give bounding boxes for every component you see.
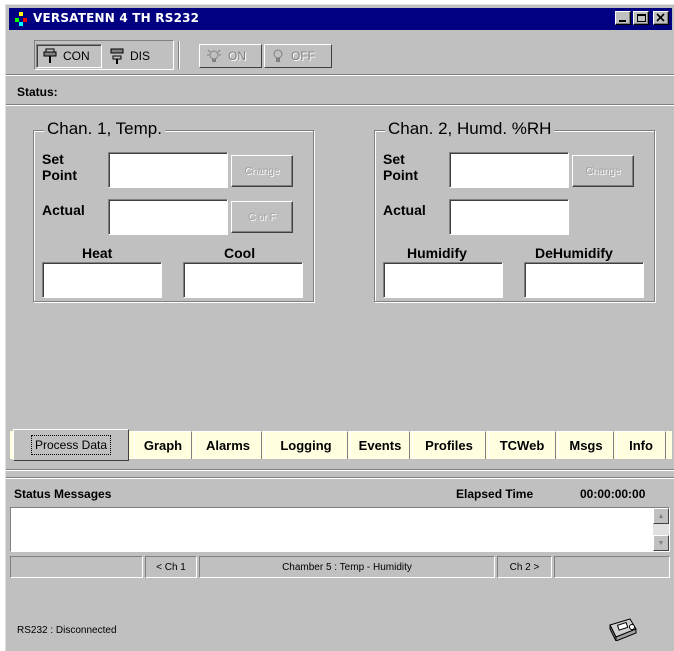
plug-icon [43,48,57,63]
channel2-actual-label: Actual [383,202,426,218]
nav-spacer-right [554,556,670,578]
tab-logging[interactable]: Logging [264,431,348,459]
channel2-group: Chan. 2, Humd. %RH Set Point Change Actu… [374,119,655,302]
tab-label: Alarms [205,438,251,453]
output-on-button[interactable]: ON [199,44,262,68]
minimize-button[interactable] [615,11,631,25]
tab-bar: Process Data Graph Alarms Logging Events… [10,427,672,465]
tab-label: Events [358,438,402,453]
chamber-nav-bar: < Ch 1 Chamber 5 : Temp - Humidity Ch 2 … [10,556,670,578]
scroll-down-icon: ▼ [657,539,665,547]
status-messages-heading: Status Messages [14,487,112,501]
tab-divider [6,469,674,471]
toolbar-divider [6,74,674,76]
elapsed-time-label: Elapsed Time [456,487,534,501]
bulb-off-icon [273,49,283,62]
channel2-title: Chan. 2, Humd. %RH [385,119,555,139]
channel2-actual-field[interactable] [449,199,569,235]
disconnect-label: DIS [130,49,151,63]
cool-label: Cool [224,245,256,261]
elapsed-time-value: 00:00:00:00 [580,487,646,501]
status-label: Status: [17,85,58,99]
title-bar[interactable]: VERSATENN 4 TH RS232 [9,8,672,30]
scroll-up-icon: ▲ [657,512,665,520]
printer-icon[interactable] [604,615,640,641]
channel1-title: Chan. 1, Temp. [44,119,165,139]
dehumidify-label: DeHumidify [535,245,613,261]
nav-spacer-left [10,556,143,578]
bulb-on-icon [207,49,221,62]
tab-tcweb[interactable]: TCWeb [488,431,556,459]
close-icon [656,13,665,22]
next-channel-button[interactable]: Ch 2 > [497,556,552,578]
tab-msgs[interactable]: Msgs [558,431,614,459]
messages-scrollbar[interactable]: ▲ ▼ [653,508,669,551]
tab-label: Profiles [425,438,473,453]
output-on-label: ON [228,49,246,63]
channel1-set-point-field[interactable] [108,152,228,188]
tab-label: Info [629,438,653,453]
tab-label: Process Data [30,435,112,455]
tab-label: Msgs [569,438,603,453]
channel1-set-point-label: Set Point [42,151,77,183]
chamber-name: Chamber 5 : Temp - Humidity [199,556,495,578]
messages-divider [6,477,674,479]
tab-label: TCWeb [499,438,545,453]
cool-field[interactable] [183,262,303,298]
app-icon [15,12,27,26]
heat-label: Heat [82,245,113,261]
tab-profiles[interactable]: Profiles [412,431,486,459]
tab-graph[interactable]: Graph [134,431,192,459]
status-messages-box[interactable]: ▲ ▼ [10,507,670,552]
disconnect-button[interactable]: DIS [104,44,168,68]
channel2-change-button[interactable]: Change [572,155,634,187]
tab-label: Graph [143,438,183,453]
status-divider [6,104,674,106]
tab-events[interactable]: Events [350,431,410,459]
tab-label: Logging [280,438,332,453]
channel1-actual-field[interactable] [108,199,228,235]
maximize-icon [637,14,646,22]
scroll-down-button[interactable]: ▼ [653,535,669,551]
channel1-change-button[interactable]: Change [231,155,293,187]
heat-field[interactable] [42,262,162,298]
tab-alarms[interactable]: Alarms [194,431,262,459]
toolbar-separator [178,41,180,69]
maximize-button[interactable] [633,11,649,25]
tab-info[interactable]: Info [616,431,666,459]
scroll-up-button[interactable]: ▲ [653,508,669,524]
close-button[interactable] [653,11,669,25]
previous-channel-button[interactable]: < Ch 1 [145,556,197,578]
connect-label: CON [63,49,90,63]
dehumidify-field[interactable] [524,262,644,298]
connect-button[interactable]: CON [36,44,102,68]
connection-status: RS232 : Disconnected [17,625,117,636]
humidify-label: Humidify [407,245,467,261]
unplug-icon [110,48,124,64]
window-title: VERSATENN 4 TH RS232 [33,11,200,25]
channel2-set-point-label: Set Point [383,151,418,183]
minimize-icon [619,20,626,22]
channel1-group: Chan. 1, Temp. Set Point Change Actual C… [33,119,314,302]
units-toggle-button[interactable]: C or F [231,201,293,233]
output-off-button[interactable]: OFF [264,44,332,68]
channel1-actual-label: Actual [42,202,85,218]
tab-process-data[interactable]: Process Data [13,429,129,461]
output-off-label: OFF [291,49,315,63]
main-window: VERSATENN 4 TH RS232 CON DIS ON OFF Stat… [5,4,674,651]
humidify-field[interactable] [383,262,503,298]
channel2-set-point-field[interactable] [449,152,569,188]
